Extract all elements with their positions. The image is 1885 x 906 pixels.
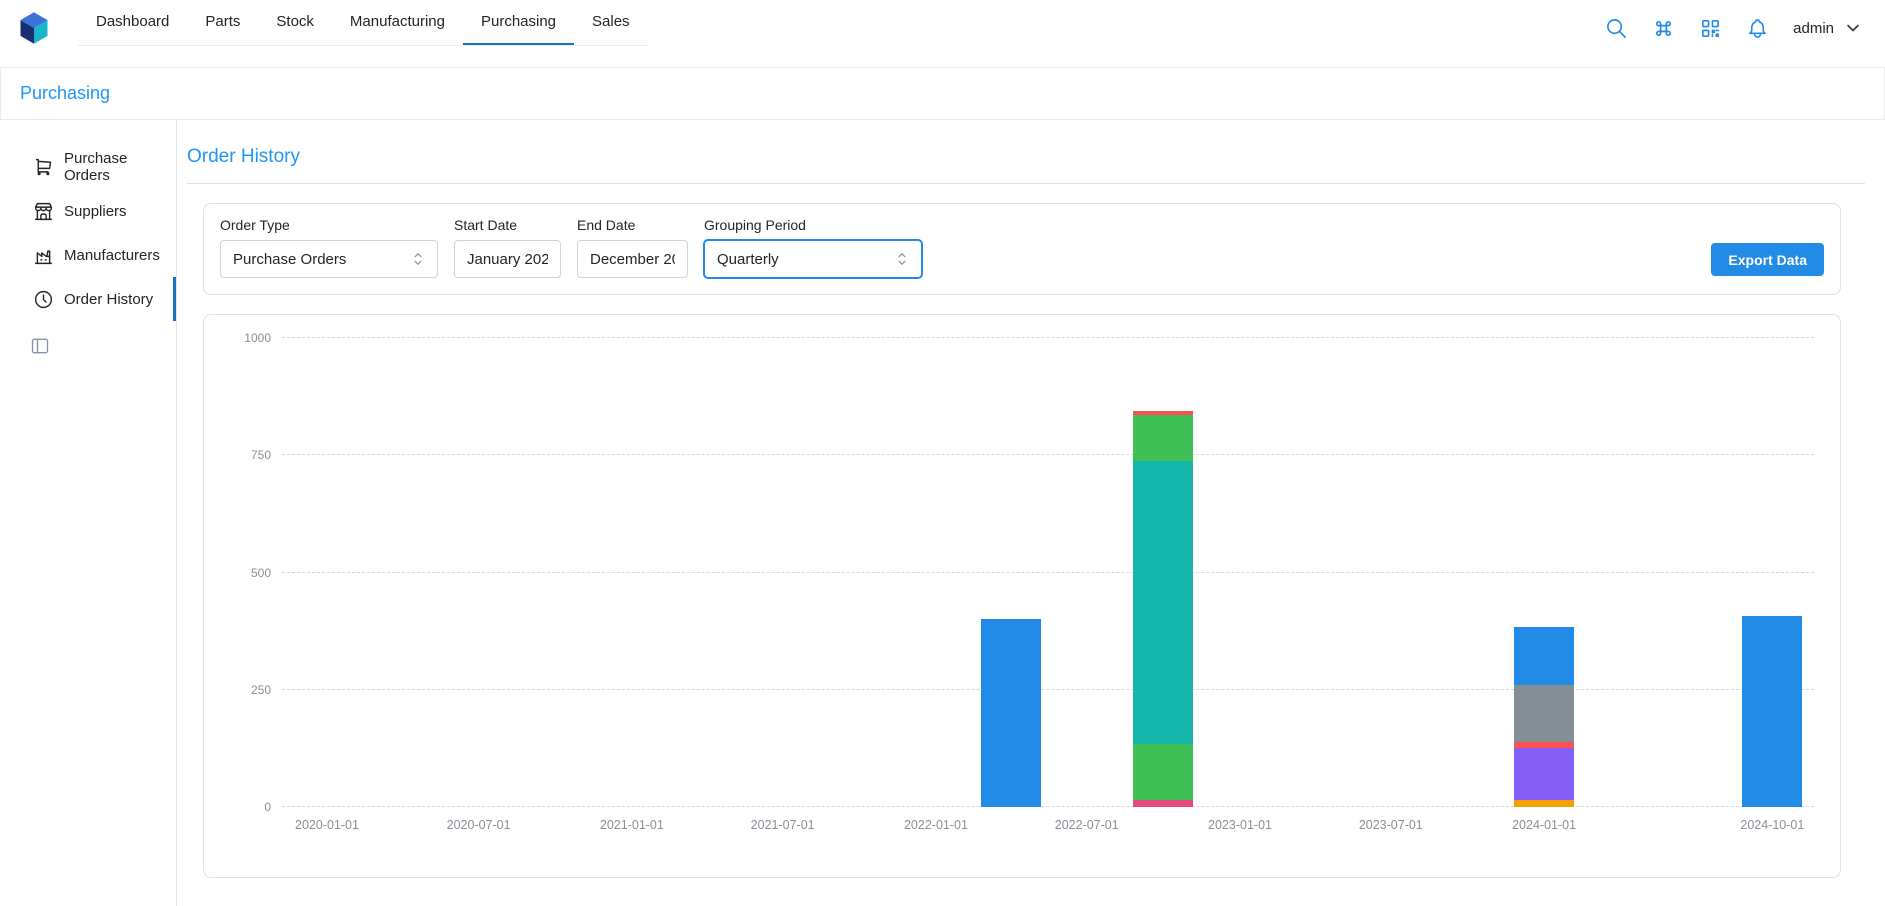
storefront-icon	[33, 201, 54, 222]
gridline	[282, 454, 1814, 455]
grouping-period-label: Grouping Period	[704, 217, 922, 233]
navbar-actions: admin	[1605, 17, 1863, 40]
search-icon[interactable]	[1605, 17, 1628, 40]
title-divider	[187, 183, 1865, 184]
grouping-period-value: Quarterly	[717, 251, 779, 268]
chart-bar-segment	[981, 619, 1041, 807]
filter-panel: Order Type Purchase Orders Start Date En…	[203, 203, 1841, 295]
content-area: Order History Order Type Purchase Orders…	[177, 120, 1885, 906]
x-axis-tick-label: 2023-07-01	[1359, 818, 1423, 832]
main-layout: Purchase Orders Suppliers Manufacturers Ord…	[0, 120, 1885, 906]
order-type-label: Order Type	[220, 217, 438, 233]
end-date-label: End Date	[577, 217, 688, 233]
qr-scan-icon[interactable]	[1699, 17, 1722, 40]
sidebar-item-label: Suppliers	[64, 203, 127, 220]
tab-manufacturing[interactable]: Manufacturing	[332, 0, 463, 45]
gridline	[282, 689, 1814, 690]
grouping-period-field: Grouping Period Quarterly	[704, 217, 922, 278]
x-axis-tick-label: 2022-01-01	[904, 818, 968, 832]
x-axis-tick-label: 2020-01-01	[295, 818, 359, 832]
sidebar: Purchase Orders Suppliers Manufacturers Ord…	[0, 120, 177, 906]
gridline	[282, 337, 1814, 338]
factory-icon	[33, 245, 54, 266]
sidebar-item-label: Order History	[64, 291, 153, 308]
main-nav: DashboardPartsStockManufacturingPurchasi…	[78, 0, 648, 46]
sidebar-item-purchase-orders[interactable]: Purchase Orders	[0, 145, 176, 189]
tab-dashboard[interactable]: Dashboard	[78, 0, 187, 45]
breadcrumb-panel: Purchasing	[0, 67, 1885, 120]
x-axis-tick-label: 2020-07-01	[447, 818, 511, 832]
sidebar-collapse-icon[interactable]	[30, 336, 50, 356]
chart-bar[interactable]	[981, 619, 1041, 807]
order-type-field: Order Type Purchase Orders	[220, 217, 438, 278]
sidebar-item-label: Manufacturers	[64, 247, 160, 264]
start-date-label: Start Date	[454, 217, 561, 233]
chart-bar-segment	[1133, 744, 1193, 800]
y-axis-tick-label: 0	[264, 800, 271, 814]
chart-bar-segment	[1133, 461, 1193, 743]
notifications-bell-icon[interactable]	[1746, 17, 1769, 40]
y-axis-tick-label: 750	[251, 448, 271, 462]
sidebar-item-manufacturers[interactable]: Manufacturers	[0, 233, 176, 277]
tab-parts[interactable]: Parts	[187, 0, 258, 45]
breadcrumb[interactable]: Purchasing	[20, 83, 110, 104]
app-logo[interactable]	[16, 10, 52, 46]
history-icon	[33, 289, 54, 310]
y-axis-tick-label: 1000	[244, 331, 271, 345]
chart-bar-segment	[1514, 800, 1574, 807]
chart-bar[interactable]	[1742, 616, 1802, 807]
chart-plot: 025050075010002020-01-012020-07-012021-0…	[282, 338, 1814, 807]
selector-icon	[409, 250, 427, 268]
sidebar-item-suppliers[interactable]: Suppliers	[0, 189, 176, 233]
x-axis-tick-label: 2023-01-01	[1208, 818, 1272, 832]
page-title: Order History	[187, 146, 1865, 168]
grouping-period-select[interactable]: Quarterly	[704, 240, 922, 278]
x-axis-tick-label: 2022-07-01	[1055, 818, 1119, 832]
chart-bar-segment	[1514, 627, 1574, 685]
chart-bar[interactable]	[1514, 627, 1574, 807]
chart-card: 0 250 500 750 1000 2020-01-01 2020-07-01 2021-0…	[203, 314, 1841, 878]
chart-bar-segment	[1133, 415, 1193, 461]
chevron-down-icon	[1843, 18, 1863, 38]
start-date-input[interactable]	[454, 240, 561, 278]
start-date-field: Start Date	[454, 217, 561, 278]
logo-icon	[16, 10, 52, 46]
end-date-field: End Date	[577, 217, 688, 278]
chart-bar-segment	[1133, 800, 1193, 807]
x-axis-tick-label: 2024-10-01	[1740, 818, 1804, 832]
tab-purchasing[interactable]: Purchasing	[463, 0, 574, 45]
end-date-input[interactable]	[577, 240, 688, 278]
sidebar-items: Purchase Orders Suppliers Manufacturers Ord…	[0, 145, 176, 321]
gridline	[282, 806, 1814, 807]
gridline	[282, 572, 1814, 573]
top-navbar: DashboardPartsStockManufacturingPurchasi…	[0, 0, 1885, 56]
x-axis-tick-label: 2021-07-01	[751, 818, 815, 832]
username: admin	[1793, 20, 1834, 37]
chart-bar[interactable]	[1133, 411, 1193, 807]
order-type-select[interactable]: Purchase Orders	[220, 240, 438, 278]
sidebar-item-label: Purchase Orders	[64, 150, 176, 184]
sidebar-item-order-history[interactable]: Order History	[0, 277, 176, 321]
order-type-value: Purchase Orders	[233, 251, 346, 268]
user-menu[interactable]: admin	[1793, 18, 1863, 38]
tab-sales[interactable]: Sales	[574, 0, 648, 45]
chart-bar-segment	[1742, 616, 1802, 807]
export-data-button[interactable]: Export Data	[1711, 243, 1824, 276]
tab-stock[interactable]: Stock	[258, 0, 332, 45]
shopping-cart-icon	[33, 157, 54, 178]
y-axis-tick-label: 250	[251, 683, 271, 697]
command-icon[interactable]	[1652, 17, 1675, 40]
chart-bar-segment	[1514, 685, 1574, 742]
y-axis-tick-label: 500	[251, 566, 271, 580]
chart-bar-segment	[1514, 748, 1574, 801]
x-axis-tick-label: 2024-01-01	[1512, 818, 1576, 832]
selector-icon	[893, 250, 911, 268]
x-axis-tick-label: 2021-01-01	[600, 818, 664, 832]
